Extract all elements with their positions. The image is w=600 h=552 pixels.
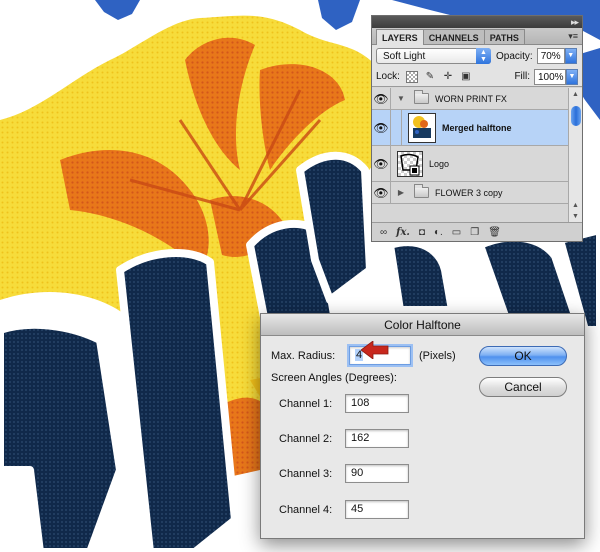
layer-name: FLOWER 3 copy <box>435 187 503 198</box>
channel-1-input[interactable]: 108 <box>345 394 409 413</box>
channel-3-label: Channel 3: <box>279 467 333 480</box>
eye-icon[interactable]: 👁 <box>372 88 391 109</box>
layer-name: Logo <box>429 158 450 169</box>
lock-position-icon[interactable]: ✛ <box>442 71 454 83</box>
lock-transparency-icon[interactable] <box>405 70 418 83</box>
collapse-icon[interactable]: ▸▸ <box>571 17 579 28</box>
opacity-dropdown-icon[interactable]: ▼ <box>564 48 577 64</box>
fx-icon[interactable]: fx. <box>396 227 410 238</box>
blend-row: Soft Light ▲ ▼ Opacity: 70% ▼ <box>372 45 582 67</box>
tab-layers[interactable]: LAYERS <box>376 29 424 45</box>
fill-dropdown-icon[interactable]: ▼ <box>566 68 578 85</box>
panel-menu-icon[interactable]: ▾≡ <box>568 31 578 42</box>
layer-row-flower-3-copy[interactable]: 👁 ▶ FLOWER 3 copy <box>372 182 568 204</box>
updown-arrows-icon: ▲ ▼ <box>476 48 491 64</box>
layer-row-logo[interactable]: 👁 Logo <box>372 146 568 182</box>
mask-icon[interactable]: ◘ <box>419 227 425 238</box>
layers-tabs: LAYERS CHANNELS PATHS ▾≡ <box>372 28 582 45</box>
folder-icon <box>414 90 429 104</box>
disclosure-closed-icon[interactable]: ▶ <box>394 188 408 197</box>
scroll-down-icon[interactable]: ▼ <box>572 213 579 220</box>
scroll-up-icon[interactable]: ▲ <box>572 91 579 98</box>
lock-brush-icon[interactable]: ✎ <box>424 71 436 83</box>
channel-4-label: Channel 4: <box>279 503 333 516</box>
channel-4-input[interactable]: 45 <box>345 500 409 519</box>
folder-icon[interactable]: ▭ <box>452 227 461 238</box>
panel-grip[interactable]: ▸▸ <box>372 16 582 28</box>
lock-label: Lock: <box>376 71 400 82</box>
smart-object-thumbnail <box>397 150 423 177</box>
layer-scrollbar[interactable]: ▲ ▲ ▼ <box>568 88 582 223</box>
adjustment-icon[interactable]: ◐. <box>434 227 443 238</box>
max-radius-label: Max. Radius: <box>271 349 336 362</box>
layer-name: WORN PRINT FX <box>435 93 507 104</box>
ok-button[interactable]: OK <box>479 346 567 366</box>
blend-mode-select[interactable]: Soft Light ▲ ▼ <box>376 48 491 64</box>
fill-label: Fill: <box>514 71 530 82</box>
channel-4-row: Channel 4: 45 <box>279 500 409 519</box>
channel-1-row: Channel 1: 108 <box>279 394 409 413</box>
eye-icon[interactable]: 👁 <box>372 110 391 145</box>
scroll-thumb[interactable] <box>571 106 581 126</box>
pixels-label: (Pixels) <box>419 349 456 362</box>
channel-3-row: Channel 3: 90 <box>279 464 409 483</box>
annotation-arrow-icon <box>361 341 389 359</box>
new-layer-icon[interactable]: ❐ <box>470 227 479 238</box>
channel-1-label: Channel 1: <box>279 397 333 410</box>
tab-channels[interactable]: CHANNELS <box>422 29 485 44</box>
layer-thumbnail <box>408 112 436 143</box>
folder-icon <box>414 184 429 198</box>
layer-list: 👁 ▼ WORN PRINT FX 👁 Merged halftone 👁 Lo… <box>372 88 568 223</box>
layers-footer: ∞ fx. ◘ ◐. ▭ ❐ 🗑 <box>372 222 582 241</box>
channel-3-input[interactable]: 90 <box>345 464 409 483</box>
screen-angles-row: Screen Angles (Degrees): <box>271 372 397 384</box>
opacity-field[interactable]: 70% <box>536 48 565 64</box>
layers-panel: ▸▸ LAYERS CHANNELS PATHS ▾≡ Soft Light ▲… <box>371 15 583 242</box>
disclosure-open-icon[interactable]: ▼ <box>394 94 408 103</box>
eye-icon[interactable]: 👁 <box>372 182 391 203</box>
channel-2-label: Channel 2: <box>279 432 333 445</box>
layer-row-merged-halftone[interactable]: 👁 Merged halftone <box>372 110 568 146</box>
scroll-down-icon[interactable]: ▲ <box>572 202 579 209</box>
color-halftone-dialog: Color Halftone Max. Radius: 4 (Pixels) S… <box>260 313 585 539</box>
link-icon[interactable]: ∞ <box>380 227 387 238</box>
screen-angles-label: Screen Angles (Degrees): <box>271 372 397 384</box>
lock-row: Lock: ✎ ✛ ▣ Fill: 100% ▼ <box>372 67 582 87</box>
cancel-button[interactable]: Cancel <box>479 377 567 397</box>
dialog-title: Color Halftone <box>261 314 584 336</box>
tab-paths[interactable]: PATHS <box>483 29 525 44</box>
channel-2-input[interactable]: 162 <box>345 429 409 448</box>
channel-2-row: Channel 2: 162 <box>279 429 409 448</box>
blend-mode-value: Soft Light <box>383 51 426 62</box>
opacity-label: Opacity: <box>496 50 533 62</box>
layer-row-worn-print-fx[interactable]: 👁 ▼ WORN PRINT FX <box>372 88 568 110</box>
lock-all-icon[interactable]: ▣ <box>460 71 472 83</box>
layer-name: Merged halftone <box>442 122 512 133</box>
fill-field[interactable]: 100% <box>534 68 566 85</box>
trash-icon[interactable]: 🗑 <box>488 227 501 238</box>
eye-icon[interactable]: 👁 <box>372 146 391 181</box>
